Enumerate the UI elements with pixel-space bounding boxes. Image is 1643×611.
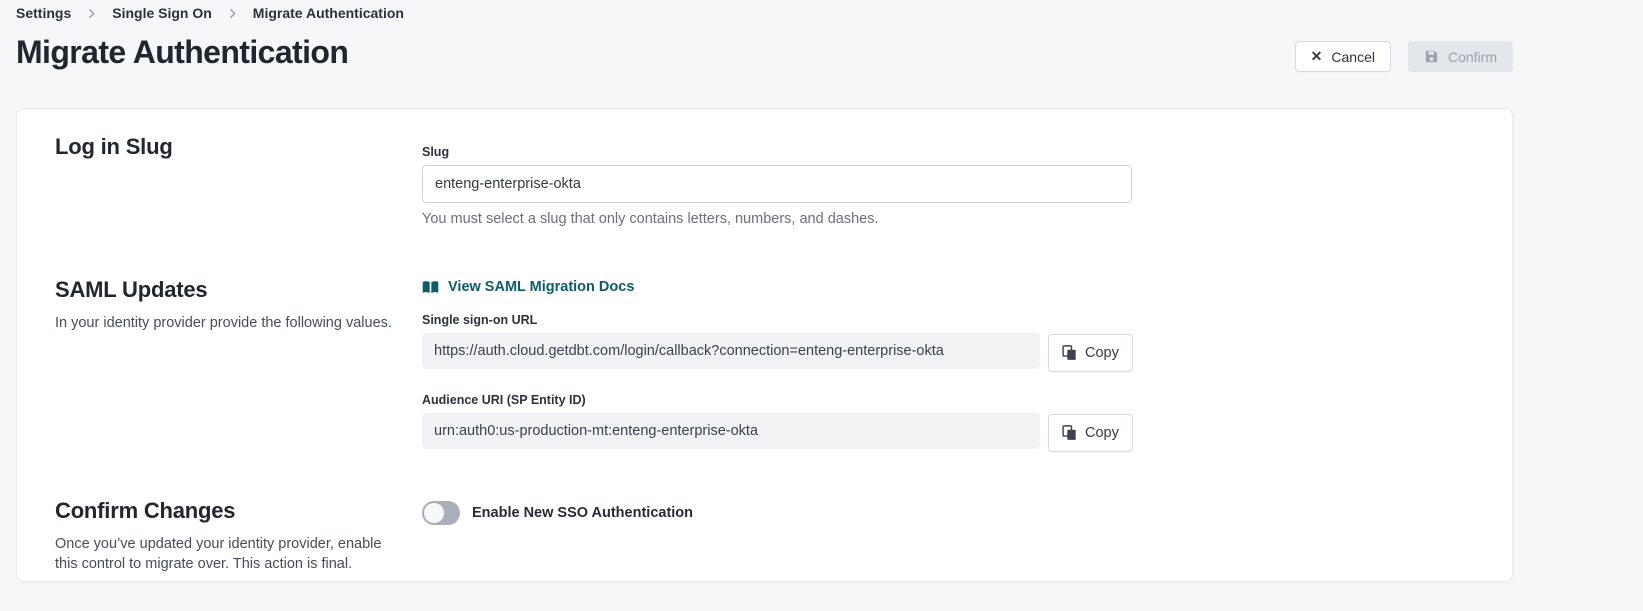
login-slug-section: Log in Slug Slug You must select a slug … (55, 134, 1512, 227)
view-saml-migration-docs-link[interactable]: View SAML Migration Docs (422, 279, 1136, 295)
page-title: Migrate Authentication (16, 34, 348, 71)
breadcrumb-item-migrate-authentication: Migrate Authentication (253, 5, 404, 21)
header-actions: ✕ Cancel Confirm (1295, 41, 1513, 72)
book-icon (422, 280, 439, 295)
saml-updates-heading: SAML Updates (55, 277, 422, 303)
confirm-button-label: Confirm (1448, 49, 1497, 65)
copy-audience-uri-button[interactable]: Copy (1048, 414, 1133, 452)
cancel-button[interactable]: ✕ Cancel (1295, 41, 1391, 72)
docs-link-label: View SAML Migration Docs (448, 279, 634, 295)
login-slug-heading: Log in Slug (55, 134, 422, 160)
slug-input[interactable] (422, 165, 1132, 203)
breadcrumb-item-settings[interactable]: Settings (16, 5, 71, 21)
confirm-button[interactable]: Confirm (1408, 41, 1513, 72)
migrate-authentication-card: Log in Slug Slug You must select a slug … (16, 108, 1513, 582)
chevron-right-icon (226, 7, 239, 20)
copy-icon (1062, 425, 1077, 441)
audience-uri-label: Audience URI (SP Entity ID) (422, 393, 1136, 407)
confirm-changes-section: Confirm Changes Once you’ve updated your… (55, 498, 1512, 575)
close-icon: ✕ (1311, 48, 1323, 65)
enable-sso-toggle[interactable] (422, 501, 460, 525)
copy-sso-url-button[interactable]: Copy (1048, 334, 1133, 372)
slug-helper-text: You must select a slug that only contain… (422, 211, 1136, 227)
sso-url-label: Single sign-on URL (422, 313, 1136, 327)
save-icon (1424, 49, 1439, 64)
chevron-right-icon (85, 7, 98, 20)
breadcrumb: Settings Single Sign On Migrate Authenti… (16, 5, 404, 21)
copy-button-label: Copy (1085, 345, 1119, 361)
saml-updates-section: SAML Updates In your identity provider p… (55, 277, 1512, 452)
saml-updates-description: In your identity provider provide the fo… (55, 313, 422, 333)
copy-button-label: Copy (1085, 425, 1119, 441)
copy-icon (1062, 345, 1077, 361)
audience-uri-field[interactable]: urn:auth0:us-production-mt:enteng-enterp… (422, 413, 1040, 449)
enable-sso-toggle-label: Enable New SSO Authentication (472, 505, 693, 521)
slug-label: Slug (422, 145, 1136, 159)
confirm-changes-heading: Confirm Changes (55, 498, 422, 524)
confirm-changes-description: Once you’ve updated your identity provid… (55, 534, 385, 575)
cancel-button-label: Cancel (1331, 49, 1375, 65)
breadcrumb-item-single-sign-on[interactable]: Single Sign On (112, 5, 212, 21)
sso-url-field[interactable]: https://auth.cloud.getdbt.com/login/call… (422, 333, 1040, 369)
toggle-knob (424, 503, 444, 523)
